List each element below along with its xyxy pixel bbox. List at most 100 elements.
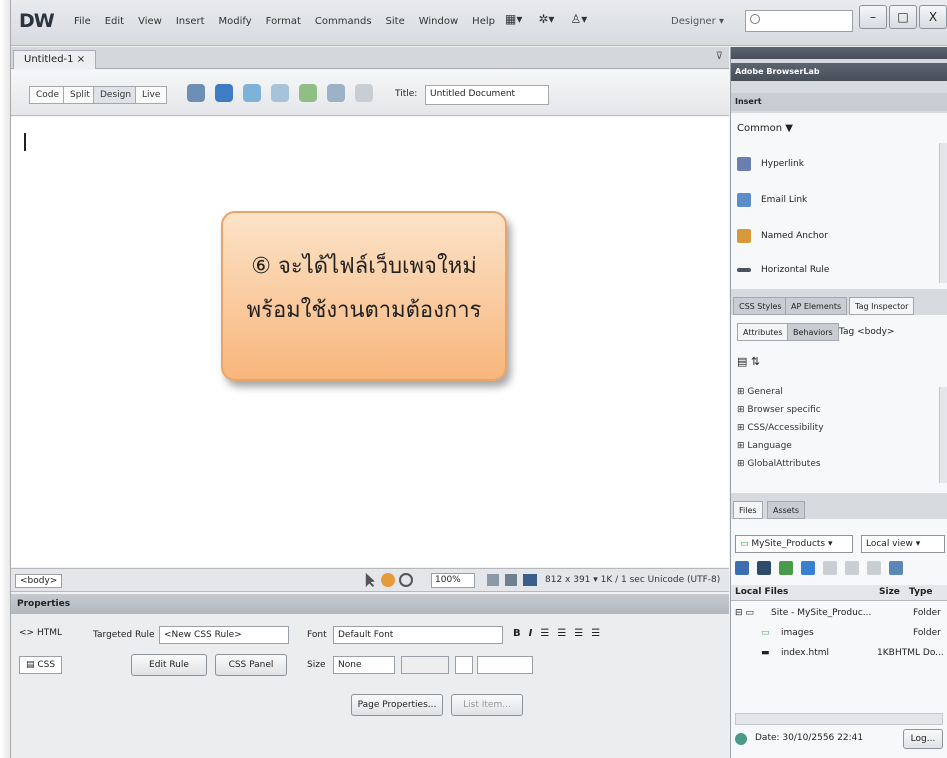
file-row[interactable]: ⊟ ▭ Site - MySite_Produc... Folder	[731, 603, 947, 623]
tab-untitled-1[interactable]: Untitled-1 ×	[13, 50, 97, 69]
insert-scrollbar[interactable]	[939, 143, 947, 283]
tablet-size-icon[interactable]	[505, 574, 517, 586]
connect-icon[interactable]	[735, 561, 749, 575]
css-panel-button[interactable]: CSS Panel	[215, 654, 287, 676]
size-col[interactable]: Size	[879, 587, 900, 597]
visual-aids-icon[interactable]	[299, 84, 317, 102]
bold-button[interactable]: B	[513, 628, 521, 639]
select-tool-icon[interactable]	[365, 573, 375, 587]
category-view-icon[interactable]: ▤ ⇅	[737, 355, 760, 368]
menu-site[interactable]: Site	[379, 16, 412, 27]
menu-edit[interactable]: Edit	[98, 16, 131, 27]
size-select[interactable]: None	[333, 656, 395, 674]
mobile-size-icon[interactable]	[487, 574, 499, 586]
file-row[interactable]: ▭ images Folder	[731, 623, 947, 643]
page-properties-button[interactable]: Page Properties...	[351, 694, 443, 716]
zoom-tool-icon[interactable]	[399, 573, 413, 587]
size-unit-select[interactable]	[401, 656, 449, 674]
color-picker[interactable]	[455, 656, 473, 674]
tree-browser-specific[interactable]: ⊞ Browser specific	[737, 405, 821, 415]
file-row[interactable]: ▬ index.html 1KB HTML Do...	[731, 643, 947, 663]
tab-tag-inspector[interactable]: Tag Inspector	[849, 297, 915, 315]
split-view-button[interactable]: Split	[63, 86, 97, 104]
log-button[interactable]: Log...	[903, 729, 943, 749]
preview-icon[interactable]	[215, 84, 233, 102]
tab-css-styles[interactable]: CSS Styles	[733, 297, 788, 315]
targeted-rule-select[interactable]: <New CSS Rule>	[159, 626, 289, 644]
insert-email-link[interactable]: Email Link	[737, 193, 807, 207]
tab-attributes[interactable]: Attributes	[737, 323, 789, 341]
refresh-icon[interactable]	[355, 84, 373, 102]
design-view[interactable]: ⑥ จะได้ไฟล์เว็บเพจใหม่ พร้อมใช้งานตามต้อ…	[11, 117, 729, 567]
tree-css-accessibility[interactable]: ⊞ CSS/Accessibility	[737, 423, 824, 433]
expand-icon[interactable]	[889, 561, 903, 575]
tab-files[interactable]: Files	[733, 501, 763, 519]
code-view-button[interactable]: Code	[29, 86, 67, 104]
font-select[interactable]: Default Font	[333, 626, 503, 644]
menu-window[interactable]: Window	[412, 16, 465, 27]
menu-view[interactable]: View	[131, 16, 169, 27]
tree-general[interactable]: ⊞ General	[737, 387, 783, 397]
tag-scrollbar[interactable]	[939, 387, 947, 483]
tree-global-attributes[interactable]: ⊞ GlobalAttributes	[737, 459, 821, 469]
refresh-icon[interactable]	[757, 561, 771, 575]
design-view-button[interactable]: Design	[93, 86, 139, 104]
menu-commands[interactable]: Commands	[308, 16, 379, 27]
unordered-list-icon[interactable]: ☰	[540, 628, 549, 639]
files-hscrollbar[interactable]	[735, 713, 943, 725]
outdent-icon[interactable]: ☰	[574, 628, 583, 639]
css-mode-button[interactable]: ▤ CSS	[19, 656, 63, 674]
menu-modify[interactable]: Modify	[212, 16, 259, 27]
menu-format[interactable]: Format	[259, 16, 308, 27]
inspect-icon[interactable]	[271, 84, 289, 102]
tree-language[interactable]: ⊞ Language	[737, 441, 792, 451]
check-in-icon[interactable]	[845, 561, 859, 575]
check-out-icon[interactable]	[823, 561, 837, 575]
put-files-icon[interactable]	[801, 561, 815, 575]
sync-icon[interactable]	[867, 561, 881, 575]
properties-header[interactable]: Properties	[11, 594, 729, 614]
menu-file[interactable]: File	[67, 16, 98, 27]
menu-help[interactable]: Help	[465, 16, 502, 27]
file-management-icon[interactable]	[243, 84, 261, 102]
layout-icon[interactable]: ▦▾	[505, 12, 522, 26]
insert-category-select[interactable]: Common ▼	[737, 123, 793, 134]
gear-icon[interactable]: ✲▾	[538, 12, 554, 26]
filter-icon[interactable]: ⊽	[716, 51, 723, 62]
local-files-col[interactable]: Local Files	[735, 587, 788, 597]
tag-selector-body[interactable]: <body>	[15, 574, 63, 588]
tab-behaviors[interactable]: Behaviors	[787, 323, 839, 341]
browser-check-icon[interactable]	[327, 84, 345, 102]
insert-named-anchor[interactable]: Named Anchor	[737, 229, 828, 243]
multiscreen-icon[interactable]	[187, 84, 205, 102]
insert-header[interactable]: Insert	[731, 93, 947, 111]
menu-insert[interactable]: Insert	[169, 16, 212, 27]
workspace-switcher[interactable]: Designer ▾	[671, 16, 724, 27]
tab-assets[interactable]: Assets	[767, 501, 806, 519]
insert-hyperlink[interactable]: Hyperlink	[737, 157, 804, 171]
minimize-button[interactable]: –	[859, 5, 887, 29]
edit-rule-button[interactable]: Edit Rule	[131, 654, 207, 676]
tab-ap-elements[interactable]: AP Elements	[785, 297, 848, 315]
close-button[interactable]: X	[919, 5, 947, 29]
html-mode-button[interactable]: <> HTML	[19, 628, 62, 638]
indent-icon[interactable]: ☰	[591, 628, 600, 639]
browserlab-header[interactable]: Adobe BrowserLab	[731, 63, 947, 81]
title-input[interactable]: Untitled Document	[425, 85, 549, 105]
desktop-size-icon[interactable]	[523, 574, 537, 586]
hand-tool-icon[interactable]	[381, 573, 395, 587]
color-field[interactable]	[477, 656, 533, 674]
site-select[interactable]: ▭ MySite_Products ▾	[735, 535, 853, 553]
maximize-button[interactable]: □	[889, 5, 917, 29]
view-select[interactable]: Local view ▾	[861, 535, 945, 553]
search-input[interactable]	[745, 10, 853, 32]
extend-icon[interactable]: ♙▾	[570, 12, 587, 26]
italic-button[interactable]: I	[529, 628, 533, 639]
zoom-select[interactable]: 100%	[431, 573, 475, 588]
insert-horizontal-rule[interactable]: Horizontal Rule	[737, 265, 829, 275]
ordered-list-icon[interactable]: ☰	[557, 628, 566, 639]
type-col[interactable]: Type	[909, 587, 932, 597]
live-view-button[interactable]: Live	[135, 86, 168, 104]
list-item-button[interactable]: List Item...	[451, 694, 523, 716]
get-files-icon[interactable]	[779, 561, 793, 575]
